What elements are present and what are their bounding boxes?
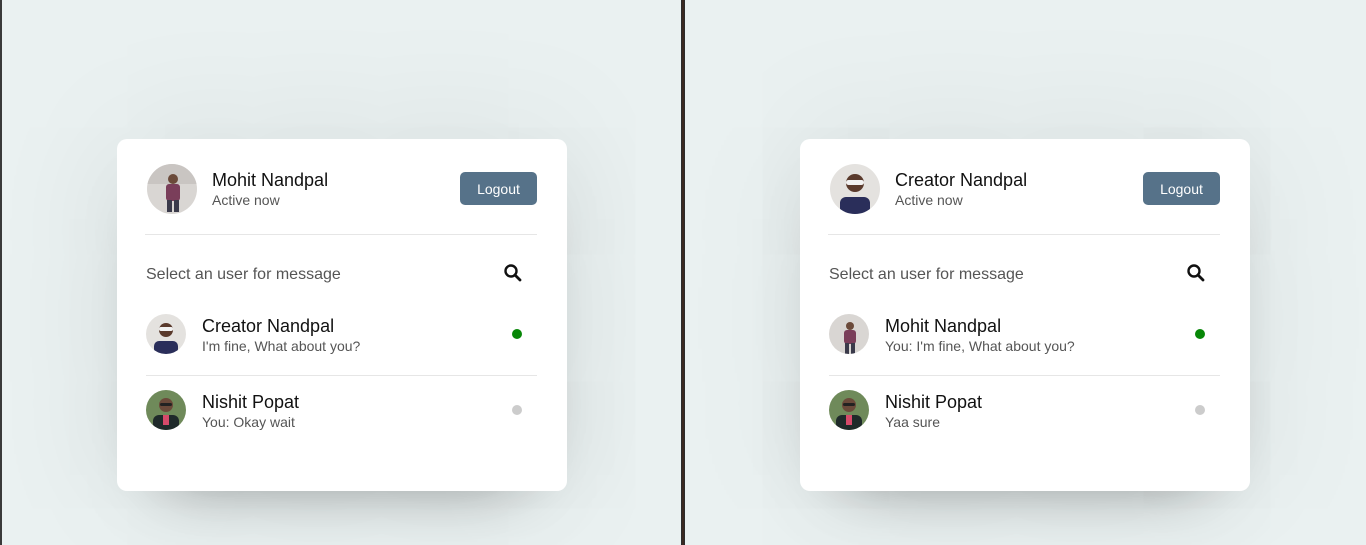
users-card: Mohit Nandpal Active now Logout Select a… — [117, 139, 567, 491]
online-status-dot — [512, 329, 522, 339]
search-icon[interactable] — [1186, 263, 1206, 283]
chat-window-right: Creator Nandpal Active now Logout Select… — [685, 0, 1366, 545]
contact-last-message: You: I'm fine, What about you? — [885, 338, 1075, 354]
contact-last-message: You: Okay wait — [202, 414, 295, 430]
contact-item[interactable]: Nishit Popat You: Okay wait — [146, 377, 537, 451]
contact-name: Creator Nandpal — [202, 316, 335, 336]
logout-button[interactable]: Logout — [460, 172, 537, 205]
contact-name: Mohit Nandpal — [885, 316, 1002, 336]
contact-avatar — [829, 314, 869, 354]
profile-status: Active now — [895, 192, 963, 208]
contact-name: Nishit Popat — [885, 392, 983, 412]
contact-item[interactable]: Nishit Popat Yaa sure — [829, 377, 1220, 451]
contact-item[interactable]: Mohit Nandpal You: I'm fine, What about … — [829, 301, 1220, 376]
offline-status-dot — [1195, 405, 1205, 415]
profile-name: Mohit Nandpal — [212, 170, 329, 190]
search-placeholder: Select an user for message — [829, 266, 1024, 283]
search-bar: Select an user for message — [829, 259, 1220, 289]
chat-window-left: Mohit Nandpal Active now Logout Select a… — [2, 0, 681, 545]
contact-last-message: I'm fine, What about you? — [202, 338, 361, 354]
profile-header: Mohit Nandpal Active now Logout — [145, 139, 537, 235]
logout-button[interactable]: Logout — [1143, 172, 1220, 205]
profile-avatar — [830, 164, 880, 214]
contact-avatar — [829, 390, 869, 430]
offline-status-dot — [512, 405, 522, 415]
search-placeholder: Select an user for message — [146, 266, 341, 283]
contact-item[interactable]: Creator Nandpal I'm fine, What about you… — [146, 301, 537, 376]
profile-header: Creator Nandpal Active now Logout — [828, 139, 1220, 235]
contact-avatar — [146, 314, 186, 354]
profile-avatar — [147, 164, 197, 214]
users-card: Creator Nandpal Active now Logout Select… — [800, 139, 1250, 491]
contact-name: Nishit Popat — [202, 392, 300, 412]
profile-name: Creator Nandpal — [895, 170, 1028, 190]
online-status-dot — [1195, 329, 1205, 339]
search-icon[interactable] — [503, 263, 523, 283]
contact-avatar — [146, 390, 186, 430]
profile-status: Active now — [212, 192, 280, 208]
contact-last-message: Yaa sure — [885, 414, 940, 430]
search-bar: Select an user for message — [146, 259, 537, 289]
